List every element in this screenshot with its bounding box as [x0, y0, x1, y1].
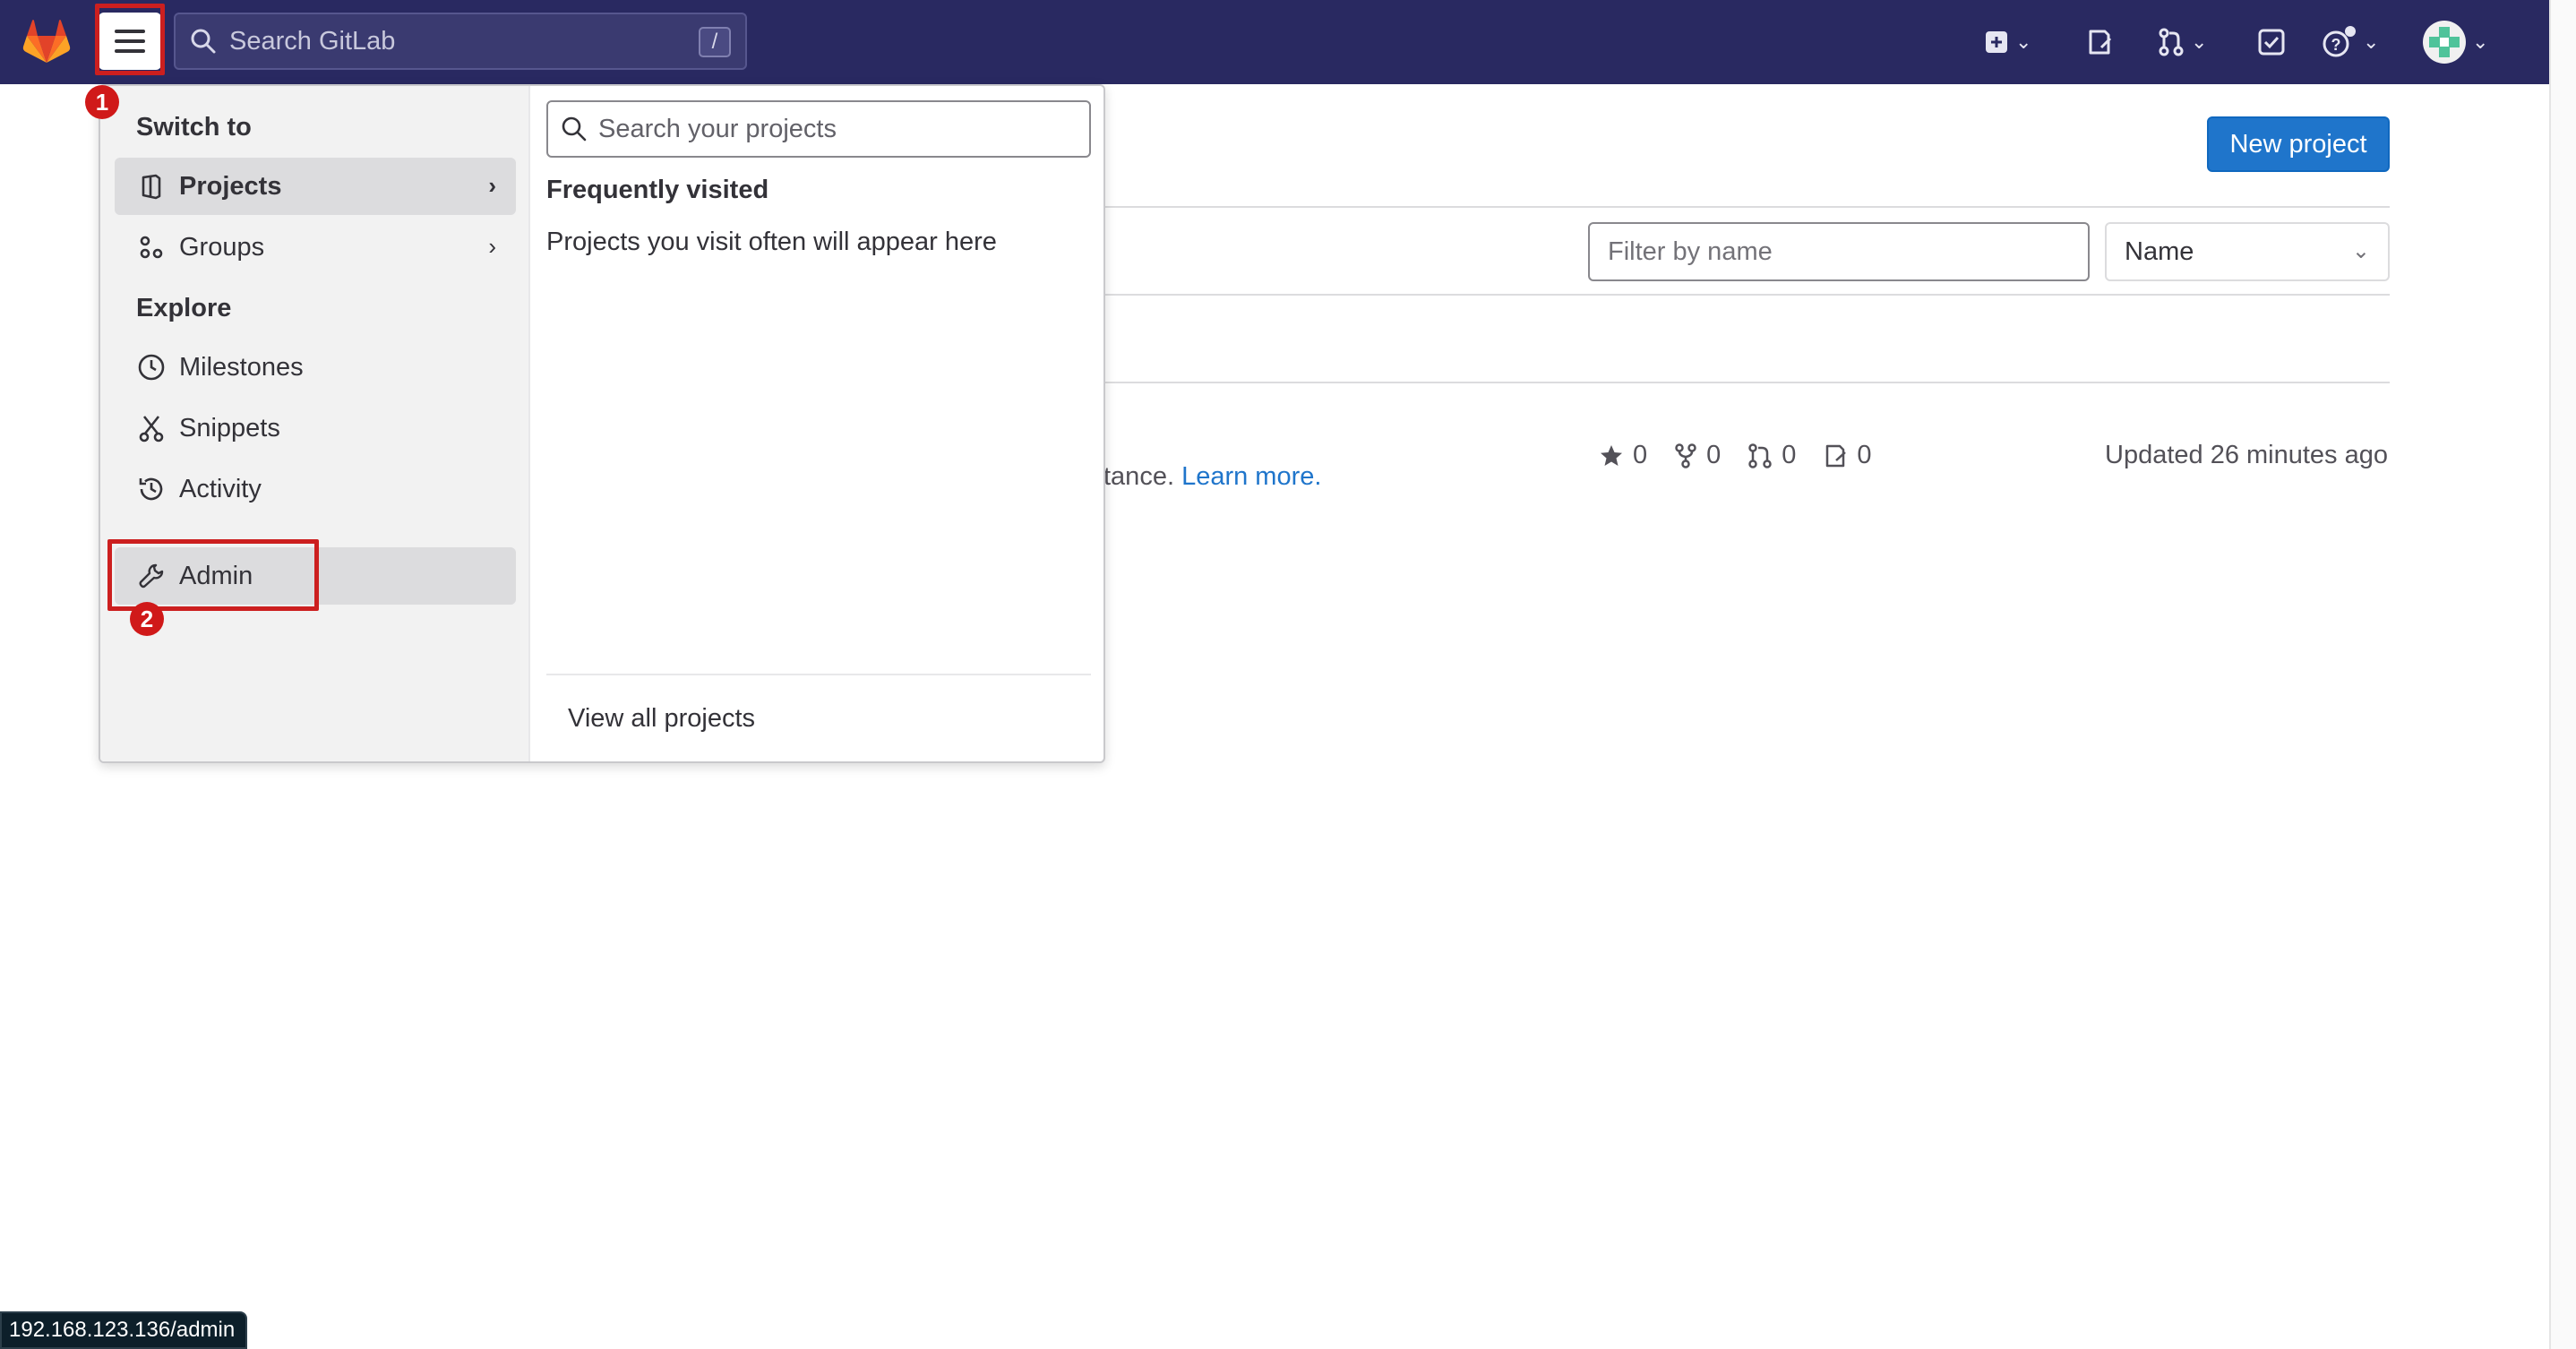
- create-new-icon: [1986, 31, 2007, 53]
- issues-icon: [2089, 30, 2112, 55]
- stars-stat[interactable]: 0: [1599, 441, 1647, 470]
- view-all-projects-link[interactable]: View all projects: [568, 704, 755, 734]
- chevron-down-icon: ⌄: [2351, 239, 2370, 263]
- menu-item-projects[interactable]: Projects ›: [115, 158, 516, 215]
- chevron-down-icon: ⌄: [2472, 30, 2489, 53]
- frequently-visited-heading: Frequently visited: [546, 176, 769, 204]
- explore-heading: Explore: [136, 294, 232, 322]
- project-stats: 0 0 0 0: [1599, 441, 1872, 470]
- clock-icon: [136, 352, 167, 382]
- menu-item-label: Milestones: [179, 352, 304, 382]
- snippet-icon: [136, 413, 167, 443]
- menu-item-label: Activity: [179, 474, 262, 503]
- menu-item-label: Projects: [179, 171, 282, 201]
- chevron-right-icon: ›: [488, 172, 496, 199]
- menu-item-milestones[interactable]: Milestones: [115, 339, 516, 396]
- projects-panel: Search your projects Frequently visited …: [532, 86, 1103, 761]
- step-2-badge: 2: [130, 602, 164, 636]
- project-description: tance. Learn more.: [1103, 462, 1321, 492]
- user-menu-dropdown[interactable]: ⌄: [2422, 20, 2488, 64]
- avatar: [2423, 21, 2466, 64]
- chevron-down-icon: ⌄: [2015, 30, 2032, 53]
- create-new-dropdown[interactable]: ⌄: [1983, 20, 2031, 64]
- menu-item-snippets[interactable]: Snippets: [115, 400, 516, 457]
- divider: [1103, 294, 2390, 296]
- search-placeholder: Search GitLab: [229, 26, 396, 56]
- divider: [1103, 382, 2390, 383]
- divider: [546, 674, 1091, 675]
- history-icon: [136, 474, 167, 504]
- issues-stat[interactable]: 0: [1823, 441, 1872, 470]
- learn-more-link[interactable]: Learn more.: [1181, 462, 1321, 491]
- menu-item-activity[interactable]: Activity: [115, 460, 516, 518]
- sort-select[interactable]: Name ⌄: [2105, 222, 2390, 281]
- status-bar-url: 192.168.123.136/admin: [0, 1311, 248, 1349]
- help-icon: ?: [2323, 26, 2356, 57]
- menu-item-label: Snippets: [179, 413, 280, 443]
- todo-icon: [2258, 29, 2285, 56]
- top-navbar: Search GitLab / ⌄ ⌄ ? ⌄ ⌄: [0, 0, 2549, 84]
- forks-stat[interactable]: 0: [1674, 441, 1721, 470]
- chevron-down-icon: ⌄: [2363, 30, 2380, 53]
- todo-button[interactable]: [2257, 20, 2286, 64]
- divider: [1103, 206, 2390, 208]
- help-dropdown[interactable]: ? ⌄: [2322, 20, 2379, 64]
- search-projects-input[interactable]: Search your projects: [546, 100, 1091, 158]
- search-icon: [191, 29, 216, 54]
- stars-count: 0: [1633, 441, 1648, 469]
- frequently-visited-empty-text: Projects you visit often will appear her…: [546, 228, 997, 256]
- sort-value: Name: [2125, 236, 2194, 266]
- step-1-highlight: [95, 4, 165, 75]
- group-icon: [136, 232, 167, 262]
- merge-request-icon: [1748, 443, 1773, 468]
- step-2-highlight: [107, 539, 319, 611]
- search-icon: [562, 116, 587, 142]
- issues-count: 0: [1857, 441, 1872, 469]
- new-project-button[interactable]: New project: [2207, 116, 2390, 172]
- project-icon: [136, 171, 167, 202]
- star-icon: [1601, 444, 1622, 466]
- chevron-right-icon: ›: [488, 233, 496, 260]
- search-gitlab-input[interactable]: Search GitLab /: [174, 13, 747, 70]
- menu-left-panel: Switch to Projects › Groups › Explore Mi…: [100, 86, 530, 761]
- merge-requests-stat[interactable]: 0: [1747, 441, 1796, 470]
- gitlab-logo-icon[interactable]: [21, 18, 72, 64]
- issues-button[interactable]: [2085, 20, 2114, 64]
- chevron-down-icon: ⌄: [2191, 30, 2208, 53]
- merge-requests-icon: [2159, 28, 2184, 56]
- forks-count: 0: [1706, 441, 1722, 469]
- fork-icon: [1675, 443, 1696, 468]
- step-1-badge: 1: [85, 85, 119, 119]
- window-right-edge: [2549, 0, 2576, 1349]
- svg-text:?: ?: [2331, 36, 2341, 54]
- description-text: tance.: [1103, 462, 1182, 491]
- search-projects-placeholder: Search your projects: [598, 114, 837, 143]
- menu-item-label: Groups: [179, 232, 265, 262]
- filter-by-name-input[interactable]: Filter by name: [1588, 222, 2090, 281]
- issues-icon: [1826, 444, 1847, 467]
- switch-to-menu: Switch to Projects › Groups › Explore Mi…: [99, 84, 1105, 763]
- merge-requests-count: 0: [1782, 441, 1797, 469]
- merge-requests-dropdown[interactable]: ⌄: [2157, 20, 2207, 64]
- switch-to-heading: Switch to: [136, 113, 252, 142]
- updated-timestamp: Updated 26 minutes ago: [2105, 441, 2388, 469]
- search-shortcut-key: /: [699, 27, 731, 57]
- menu-item-groups[interactable]: Groups ›: [115, 219, 516, 276]
